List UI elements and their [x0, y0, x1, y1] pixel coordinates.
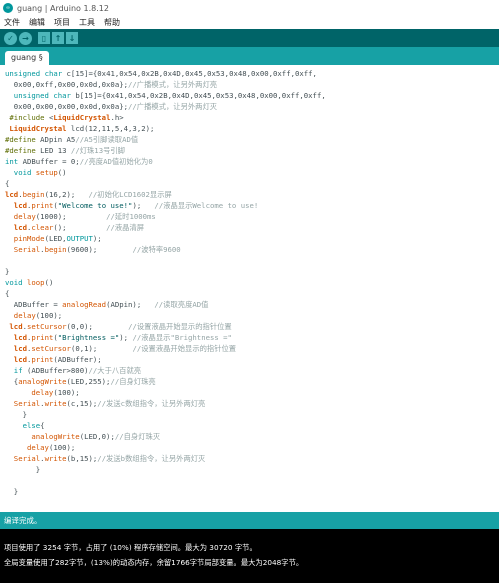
code-line: if (ADBuffer>800)//大于八百就亮	[13, 366, 142, 375]
menu-edit[interactable]: 编辑	[29, 17, 45, 28]
code-line: }	[5, 267, 10, 276]
code-line: void setup()	[13, 168, 67, 177]
code-line: analogWrite(LED,0);//自身灯珠灭	[31, 432, 161, 441]
code-line: void loop()	[5, 278, 54, 287]
code-line: {	[5, 289, 10, 298]
code-line: 0x00,0x00,0x00,0x0d,0x0a};//广播模式，让另外两灯灭	[5, 102, 218, 111]
code-line: delay(100);	[13, 311, 63, 320]
code-line: lcd.begin(16,2); //初始化LCD1602显示屏	[5, 190, 172, 199]
code-line: #define ADpin A5//A5引脚读取AD值	[5, 135, 139, 144]
code-line: delay(100);	[31, 388, 80, 397]
code-line: lcd.clear(); //液晶清屏	[13, 223, 145, 232]
code-line: {	[5, 179, 10, 188]
console-output[interactable]: 项目使用了 3254 字节，占用了 (10%) 程序存储空间。最大为 30720…	[0, 529, 499, 583]
console-line: 全局变量使用了282字节，(13%)的动态内存，余留1766字节局部变量。最大为…	[4, 558, 304, 567]
code-line: lcd.print("Brightness ="); //液晶显示"Bright…	[13, 333, 232, 342]
upload-button[interactable]: →	[19, 31, 32, 45]
code-line: lcd.print("Welcome to use!"); //液晶显示Welc…	[13, 201, 259, 210]
code-line: }	[5, 487, 19, 496]
code-line: unsigned char b[15]={0x41,0x54,0x2B,0x4D…	[13, 91, 326, 100]
code-line: lcd.setCursor(0,1); //设置液晶开始显示的指针位置	[13, 344, 237, 353]
arduino-logo-icon: ∞	[3, 3, 13, 13]
menu-sketch[interactable]: 项目	[54, 17, 70, 28]
menu-bar: 文件 编辑 项目 工具 帮助	[0, 16, 499, 29]
tab-strip: guang §	[0, 47, 499, 65]
window-title: guang | Arduino 1.8.12	[17, 3, 109, 13]
tab-guang[interactable]: guang §	[5, 51, 49, 65]
code-line: lcd.setCursor(0,0); //设置液晶开始显示的指针位置	[9, 322, 232, 331]
code-line: delay(1000); //延时1000ms	[13, 212, 156, 221]
toolbar: ✓ → ▯ ↑ ↓	[0, 29, 499, 47]
code-line: Serial.begin(9600); //波特率9600	[13, 245, 181, 254]
code-line: else{	[22, 421, 45, 430]
open-sketch-button[interactable]: ↑	[52, 32, 64, 44]
code-line: }	[5, 410, 27, 419]
menu-help[interactable]: 帮助	[104, 17, 120, 28]
status-bar: 编译完成。	[0, 512, 499, 529]
code-line: pinMode(LED,OUTPUT);	[13, 234, 102, 243]
code-line: unsigned char c[15]={0x41,0x54,0x2B,0x4D…	[5, 69, 317, 78]
menu-tools[interactable]: 工具	[79, 17, 95, 28]
code-line: lcd.print(ADBuffer);	[13, 355, 102, 364]
code-line: LiquidCrystal lcd(12,11,5,4,3,2);	[9, 124, 155, 133]
code-line: {analogWrite(LED,255);//自身灯珠亮	[5, 377, 156, 386]
menu-file[interactable]: 文件	[4, 17, 20, 28]
code-line: 0x00,0xff,0x00,0x0d,0x0a};//广播模式，让另外两灯亮	[5, 80, 218, 89]
code-line: Serial.write(c,15);//发送c数组指令，让另外两灯亮	[13, 399, 206, 408]
code-line: Serial.write(b,15);//发送b数组指令，让另外两灯灭	[13, 454, 206, 463]
code-line: int ADBuffer = 0;//亮度AD值初始化为0	[5, 157, 153, 166]
console-line: 项目使用了 3254 字节，占用了 (10%) 程序存储空间。最大为 30720…	[4, 543, 257, 552]
code-line: }	[5, 465, 41, 474]
save-sketch-button[interactable]: ↓	[66, 32, 78, 44]
code-line: #include <LiquidCrystal.h>	[9, 113, 124, 122]
code-editor[interactable]: unsigned char c[15]={0x41,0x54,0x2B,0x4D…	[0, 65, 499, 512]
code-line: #define LED 13 //灯珠13号引脚	[5, 146, 125, 155]
title-bar: ∞ guang | Arduino 1.8.12	[0, 0, 499, 16]
new-sketch-button[interactable]: ▯	[38, 32, 50, 44]
status-message: 编译完成。	[4, 516, 42, 525]
verify-button[interactable]: ✓	[4, 31, 17, 45]
code-line: delay(100);	[26, 443, 76, 452]
code-line: ADBuffer = analogRead(ADpin); //读取亮度AD值	[5, 300, 209, 309]
